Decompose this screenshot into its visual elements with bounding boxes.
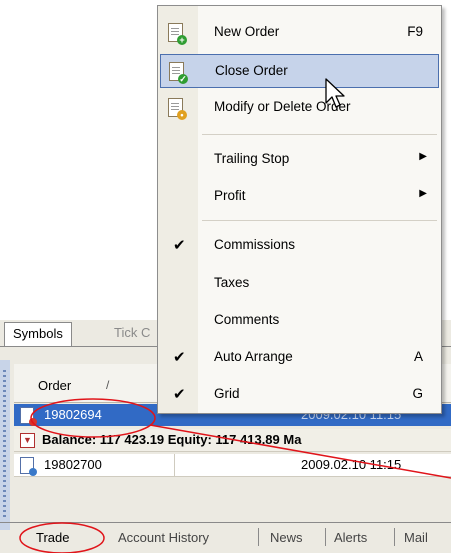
checkmark-icon: ✔ [173,386,186,403]
order-ticket: 19802694 [44,407,102,422]
context-menu: + New Order F9 ✓ Close Order • Modify or… [157,5,442,414]
tab-separator [258,528,259,546]
menu-separator [202,134,437,135]
menu-item-taxes[interactable]: Taxes [160,267,439,301]
modify-order-icon: • [168,98,187,120]
column-divider [174,454,175,477]
menu-item-label: Grid [214,386,240,401]
menu-item-close-order[interactable]: ✓ Close Order [160,54,439,88]
checkmark-icon: ✔ [173,237,186,254]
new-order-icon: + [168,23,187,45]
submenu-arrow-icon: ▶ [419,151,427,162]
menu-item-label: Profit [214,188,246,203]
balance-icon: ▼ [20,433,35,448]
menu-item-trailing-stop[interactable]: Trailing Stop ▶ [160,143,439,177]
checkmark-icon: ✔ [173,349,186,366]
menu-item-grid[interactable]: ✔ Grid G [160,378,439,412]
menu-item-label: Commissions [214,237,296,252]
menu-item-shortcut: A [413,349,423,364]
tab-tick-chart[interactable]: Tick C [106,322,158,346]
menu-item-label: Auto Arrange [214,349,293,364]
balance-row: ▼ Balance: 117 423.19 Equity: 117 413.89… [14,429,451,452]
bottom-tab-divider [0,522,451,523]
panel-grip[interactable] [0,360,10,530]
order-ticket: 19802700 [44,457,102,472]
order-icon [20,407,37,426]
close-order-icon: ✓ [169,62,188,84]
menu-item-shortcut: G [412,386,423,401]
tab-separator [394,528,395,546]
menu-item-label: Trailing Stop [214,151,290,166]
menu-item-label: Close Order [215,63,288,78]
menu-item-label: Taxes [214,275,250,290]
menu-item-profit[interactable]: Profit ▶ [160,180,439,214]
menu-item-shortcut: F9 [407,24,423,39]
menu-item-auto-arrange[interactable]: ✔ Auto Arrange A [160,341,439,375]
menu-separator [202,220,437,221]
order-time: 2009.02.10 11:15 [301,457,402,472]
tab-account-history[interactable]: Account History [118,530,209,545]
tab-alerts[interactable]: Alerts [334,530,367,545]
menu-item-label: New Order [214,24,280,39]
menu-item-commissions[interactable]: ✔ Commissions [160,229,439,263]
table-row[interactable]: 19802700 2009.02.10 11:15 [14,454,451,477]
menu-item-comments[interactable]: Comments [160,304,439,338]
sort-indicator: / [106,378,110,392]
balance-summary: Balance: 117 423.19 Equity: 117 413.89 M… [42,432,302,447]
submenu-arrow-icon: ▶ [419,188,427,199]
menu-item-modify-order[interactable]: • Modify or Delete Order [160,91,439,125]
tab-trade[interactable]: Trade [36,530,69,545]
menu-item-label: Comments [214,312,280,327]
mouse-pointer-icon [325,78,345,108]
tab-mail[interactable]: Mail [404,530,428,545]
tab-separator [325,528,326,546]
order-icon [20,457,37,476]
column-header-order[interactable]: Order [38,378,71,393]
tab-symbols[interactable]: Symbols [4,322,72,347]
menu-item-new-order[interactable]: + New Order F9 [160,16,439,50]
tab-news[interactable]: News [270,530,303,545]
